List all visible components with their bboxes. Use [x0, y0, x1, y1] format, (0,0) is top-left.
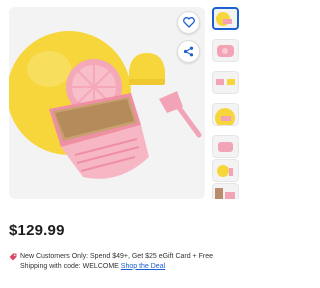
heart-icon	[182, 17, 195, 28]
share-button[interactable]	[177, 40, 200, 63]
thumbnail-5[interactable]	[212, 135, 239, 158]
thumbnail-7[interactable]	[212, 183, 239, 199]
price-tag-icon	[9, 253, 17, 261]
thumbnail-4[interactable]	[212, 103, 239, 126]
thumbnail-6[interactable]	[212, 159, 239, 182]
product-price: $129.99	[9, 222, 65, 239]
shop-the-deal-link[interactable]: Shop the Deal	[121, 263, 165, 270]
thumbnail-2[interactable]	[212, 39, 239, 62]
litter-box-illustration	[9, 31, 202, 179]
thumbnail-3[interactable]	[212, 71, 239, 94]
share-icon	[183, 46, 194, 57]
thumbnail-strip	[212, 7, 241, 199]
promo-text: New Customers Only: Spend $49+, Get $25 …	[20, 253, 213, 270]
product-main-image[interactable]	[9, 7, 205, 199]
promo-banner: New Customers Only: Spend $49+, Get $25 …	[9, 252, 241, 271]
thumbnail-1[interactable]	[212, 7, 239, 30]
favorite-button[interactable]	[177, 11, 200, 34]
